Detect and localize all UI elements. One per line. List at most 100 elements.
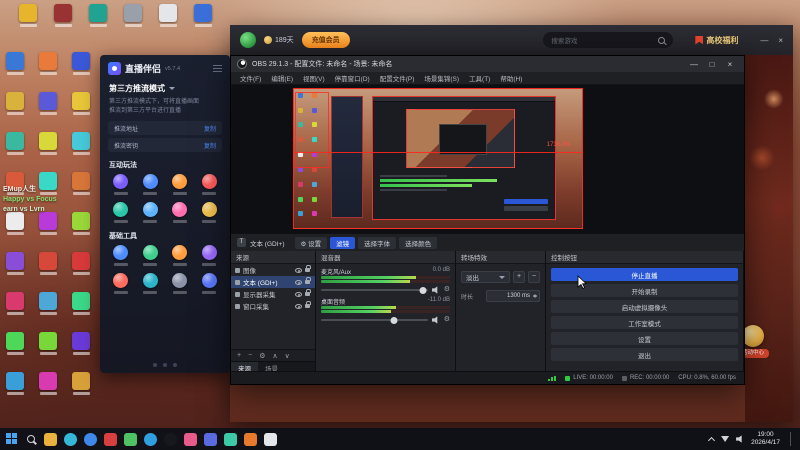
desktop-icon[interactable] <box>69 132 93 172</box>
lock-icon[interactable] <box>305 301 311 308</box>
desktop-icon[interactable] <box>36 292 60 332</box>
menu-item[interactable]: 停靠窗口(D) <box>330 73 375 83</box>
obs-canvas[interactable]: 1736.0% <box>293 88 583 229</box>
app-teal[interactable] <box>224 432 237 446</box>
companion-tool[interactable] <box>106 273 136 294</box>
companion-tool[interactable] <box>195 273 225 294</box>
launcher-logo-icon[interactable] <box>240 32 256 48</box>
source-row[interactable]: 显示器采集 <box>231 288 315 300</box>
visibility-icon[interactable] <box>295 291 302 297</box>
app-red[interactable] <box>104 432 117 446</box>
companion-tool[interactable] <box>165 174 195 195</box>
app-purple[interactable] <box>204 432 217 446</box>
obs-minimize-button[interactable]: — <box>686 60 702 69</box>
select-font-button[interactable]: 选择字体 <box>358 236 397 249</box>
menu-item[interactable]: 编辑(E) <box>266 73 298 83</box>
volume-slider[interactable] <box>321 316 428 324</box>
tray-expand-icon[interactable] <box>708 436 716 444</box>
app-explorer[interactable] <box>44 432 57 446</box>
desktop-icon[interactable] <box>69 292 93 332</box>
channel-options-icon[interactable] <box>444 286 450 294</box>
desktop-icon[interactable] <box>3 92 27 132</box>
stream-field-row[interactable]: 推流地址 复制 <box>108 121 222 135</box>
companion-tool[interactable] <box>165 202 195 223</box>
desktop-icon[interactable] <box>36 212 60 252</box>
search-icon[interactable] <box>658 36 666 44</box>
start-button[interactable] <box>6 433 18 445</box>
menu-item[interactable]: 工具(T) <box>464 73 495 83</box>
desktop-icon[interactable] <box>121 4 145 27</box>
volume-slider[interactable] <box>321 286 428 294</box>
slider-knob[interactable] <box>390 316 398 324</box>
taskbar-search-icon[interactable] <box>27 435 35 443</box>
move-source-up-button[interactable]: ∧ <box>272 352 277 360</box>
source-row[interactable]: 文本 (GDI+) <box>231 276 315 288</box>
desktop-icon[interactable] <box>36 52 60 92</box>
obs-maximize-button[interactable]: □ <box>704 60 720 69</box>
lock-icon[interactable] <box>305 289 311 296</box>
select-color-button[interactable]: 选择颜色 <box>399 236 438 249</box>
copy-link[interactable]: 复制 <box>204 141 216 150</box>
menu-item[interactable]: 文件(F) <box>235 73 266 83</box>
app-wechat[interactable] <box>124 432 137 446</box>
app-pink[interactable] <box>184 432 197 446</box>
show-desktop-button[interactable] <box>790 432 791 446</box>
welfare-link[interactable]: 高校福利 <box>695 35 738 46</box>
source-row[interactable]: 图像 <box>231 264 315 276</box>
start-virtual-camera-button[interactable]: 启动虚拟摄像头 <box>551 300 738 313</box>
menu-item[interactable]: 帮助(H) <box>495 73 527 83</box>
hamburger-menu-icon[interactable] <box>213 65 222 72</box>
companion-tool[interactable] <box>195 202 225 223</box>
menu-item[interactable]: 场景集锦(S) <box>419 73 464 83</box>
app-browser[interactable] <box>84 432 97 446</box>
companion-tool[interactable] <box>106 245 136 266</box>
launcher-minimize-button[interactable]: — <box>760 36 768 45</box>
channel-options-icon[interactable] <box>444 316 450 324</box>
source-row[interactable]: 窗口采集 <box>231 300 315 312</box>
desktop-icon[interactable] <box>3 372 27 412</box>
volume-icon[interactable] <box>736 435 742 443</box>
companion-tool[interactable] <box>106 174 136 195</box>
menu-item[interactable]: 配置文件(P) <box>375 73 420 83</box>
desktop-icon[interactable] <box>36 332 60 372</box>
game-search-input[interactable]: 搜索游戏 <box>543 32 674 48</box>
desktop-icon[interactable] <box>3 292 27 332</box>
speaker-icon[interactable] <box>431 316 438 324</box>
add-transition-button[interactable]: + <box>513 271 525 283</box>
source-settings-button[interactable]: ⚙ 设置 <box>294 236 328 249</box>
speaker-icon[interactable] <box>431 286 438 294</box>
exit-button[interactable]: 退出 <box>551 348 738 361</box>
desktop-icon[interactable] <box>36 132 60 172</box>
visibility-icon[interactable] <box>295 303 302 309</box>
app-obs[interactable] <box>164 432 177 446</box>
desktop-icon[interactable] <box>51 4 75 27</box>
visibility-icon[interactable] <box>295 279 302 285</box>
copy-link[interactable]: 复制 <box>204 124 216 133</box>
desktop-icon[interactable] <box>69 252 93 292</box>
desktop-icon[interactable] <box>16 4 40 27</box>
stream-mode-dropdown[interactable]: 第三方推流模式 <box>100 79 230 96</box>
obs-close-button[interactable]: × <box>722 60 738 69</box>
companion-tool[interactable] <box>136 273 166 294</box>
companion-tool[interactable] <box>106 202 136 223</box>
desktop-icon[interactable] <box>69 212 93 252</box>
desktop-icon[interactable] <box>69 172 93 212</box>
studio-mode-button[interactable]: 工作室模式 <box>551 316 738 329</box>
filters-button[interactable]: 滤镜 <box>330 236 356 249</box>
app-edge[interactable] <box>64 432 77 446</box>
network-icon[interactable] <box>721 436 730 442</box>
duration-stepper[interactable]: 1300 ms <box>486 290 540 302</box>
desktop-icon[interactable] <box>191 4 215 27</box>
desktop-icon[interactable] <box>86 4 110 27</box>
companion-tool[interactable] <box>136 174 166 195</box>
menu-item[interactable]: 视图(V) <box>298 73 330 83</box>
companion-tool[interactable] <box>195 174 225 195</box>
companion-tool[interactable] <box>195 245 225 266</box>
companion-tool[interactable] <box>136 245 166 266</box>
source-properties-button[interactable]: ⚙ <box>259 352 265 360</box>
desktop-icon[interactable] <box>69 372 93 412</box>
desktop-icon[interactable] <box>156 4 180 27</box>
desktop-icon[interactable] <box>36 92 60 132</box>
add-source-button[interactable]: + <box>237 352 241 359</box>
app-qq[interactable] <box>144 432 157 446</box>
